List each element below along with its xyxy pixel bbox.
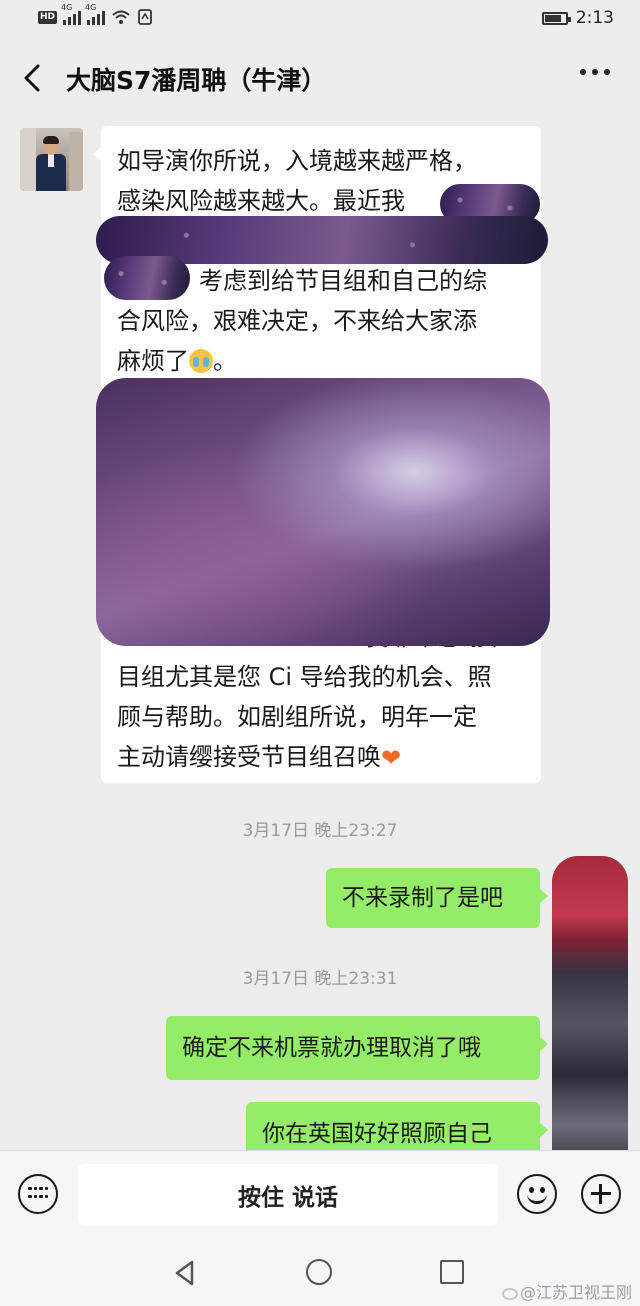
self-avatar-redaction	[552, 856, 628, 1150]
message-line: 如导演你所说，入境越来越严格，	[117, 147, 477, 175]
status-bar: HD 4G 4G 2:13	[0, 0, 640, 40]
message-line: 主动请缨接受节目组召唤❤	[117, 738, 401, 778]
chevron-left-icon[interactable]	[16, 60, 52, 96]
nav-back-icon[interactable]	[170, 1258, 200, 1288]
watermark: @江苏卫视王刚	[501, 1279, 632, 1303]
message-line: 顾与帮助。如剧组所说，明年一定	[117, 703, 477, 731]
timestamp: 3月17日 晚上23:27	[242, 821, 398, 841]
sim-icon	[138, 9, 152, 25]
outgoing-message-bubble[interactable]: 你在英国好好照顾自己	[246, 1102, 548, 1150]
message-line: 考虑到给节目组和自己的综	[199, 267, 487, 295]
outgoing-message-bubble[interactable]: 确定不来机票就办理取消了哦	[166, 1016, 548, 1080]
outgoing-message-bubble[interactable]: 不来录制了是吧	[326, 868, 548, 928]
network-label-1: 4G	[61, 3, 73, 12]
nav-home-icon[interactable]	[306, 1259, 332, 1285]
battery-icon	[541, 11, 571, 25]
signal-icon-2: 4G	[85, 3, 106, 25]
network-label-2: 4G	[85, 3, 97, 12]
timestamp: 3月17日 晚上23:31	[242, 969, 398, 989]
message-text: 。	[213, 347, 237, 375]
nav-recent-apps-icon[interactable]	[440, 1260, 464, 1284]
clock: 2:13	[575, 8, 614, 28]
input-bar: 按住 说话	[0, 1150, 640, 1241]
chat-header: 大脑S7潘周聃（牛津）	[0, 40, 640, 116]
hold-to-talk-button[interactable]: 按住 说话	[78, 1164, 498, 1226]
redaction-smudge	[104, 256, 190, 300]
plus-icon[interactable]	[581, 1174, 621, 1214]
watermark-text: @江苏卫视王刚	[519, 1283, 632, 1302]
weibo-logo-icon	[501, 1288, 518, 1300]
contact-avatar[interactable]	[20, 128, 83, 191]
message-text: 麻烦了	[117, 347, 189, 375]
hd-badge: HD	[38, 10, 58, 24]
wifi-icon	[112, 10, 130, 24]
heart-emoji-icon: ❤	[381, 744, 402, 772]
message-line: 麻烦了。	[117, 342, 237, 381]
status-right: 2:13	[541, 8, 614, 28]
emoji-icon[interactable]	[517, 1174, 557, 1214]
message-text: 主动请缨接受节目组召唤	[117, 743, 381, 771]
signal-icon-1: 4G	[61, 3, 82, 25]
status-left: HD 4G 4G	[38, 3, 153, 25]
battery-level	[544, 14, 561, 22]
chat-area[interactable]: 如导演你所说，入境越来越严格， 感染风险越来越大。最近我 考虑到给节目组和自己的…	[0, 116, 640, 1150]
chat-title: 大脑S7潘周聃（牛津）	[66, 66, 327, 95]
message-line: 合风险，艰难决定，不来给大家添	[117, 307, 477, 335]
keyboard-icon[interactable]	[18, 1174, 58, 1214]
redaction-smudge	[96, 378, 550, 646]
crying-emoji-icon	[189, 349, 213, 373]
more-dots-icon[interactable]	[580, 69, 610, 75]
message-line: 目组尤其是您 Ci 导给我的机会、照	[117, 663, 492, 691]
